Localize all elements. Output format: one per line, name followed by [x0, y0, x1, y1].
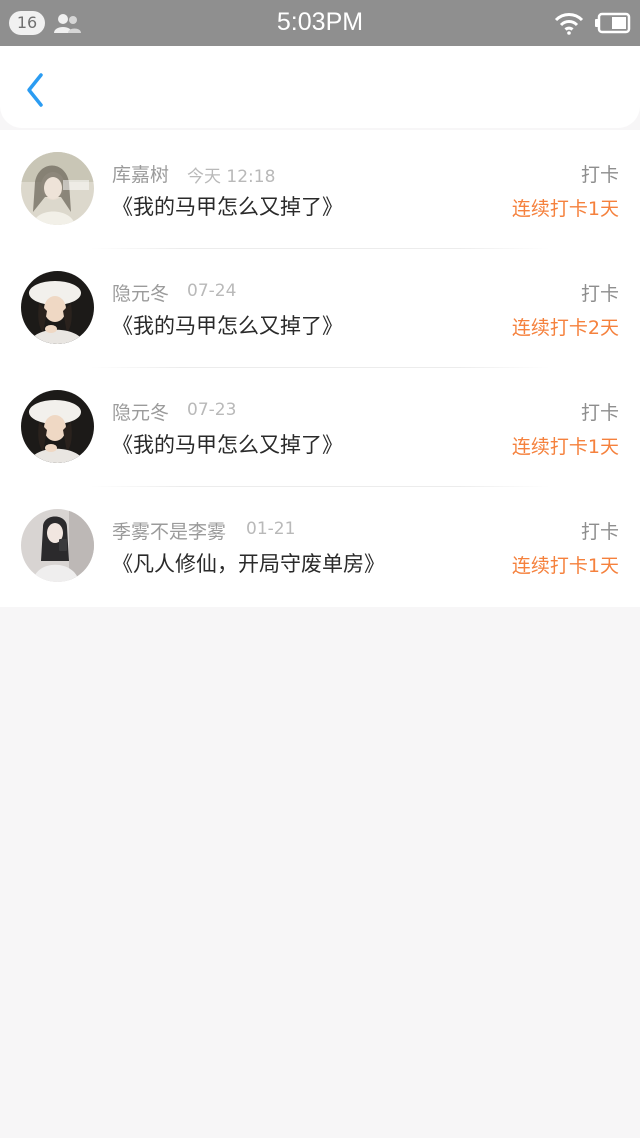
chevron-left-icon [27, 73, 43, 107]
username[interactable]: 库嘉树 [112, 160, 169, 187]
avatar[interactable] [21, 509, 94, 582]
streak-label: 连续打卡2天 [511, 317, 619, 339]
list-item[interactable]: 季雾不是李雾 01-21 《凡人修仙，开局守废单房》 打卡 连续打卡1天 [0, 487, 640, 606]
book-title[interactable]: 《凡人修仙，开局守废单房》 [112, 548, 385, 578]
checkin-date: 07-23 [187, 400, 237, 420]
list-item[interactable]: 库嘉树 今天 12:18 《我的马甲怎么又掉了》 打卡 连续打卡1天 [0, 130, 640, 249]
back-button[interactable] [14, 68, 54, 112]
checkin-date: 07-24 [187, 281, 237, 301]
header [0, 46, 640, 128]
book-title[interactable]: 《我的马甲怎么又掉了》 [112, 310, 343, 340]
checkin-list: 库嘉树 今天 12:18 《我的马甲怎么又掉了》 打卡 连续打卡1天 隐元冬 0… [0, 130, 640, 607]
username[interactable]: 隐元冬 [112, 279, 169, 306]
checkin-tag: 打卡 [580, 164, 619, 186]
checkin-tag: 打卡 [580, 402, 619, 424]
book-title[interactable]: 《我的马甲怎么又掉了》 [112, 429, 343, 459]
checkin-date: 今天 12:18 [187, 167, 276, 187]
status-time: 5:03PM [276, 8, 364, 36]
wifi-icon [554, 13, 584, 35]
username[interactable]: 隐元冬 [112, 398, 169, 425]
status-bar: 16 5:03PM [0, 0, 640, 46]
checkin-date: 01-21 [246, 519, 296, 539]
username[interactable]: 季雾不是李雾 [112, 517, 226, 544]
streak-label: 连续打卡1天 [511, 436, 619, 458]
battery-icon [595, 12, 631, 34]
streak-label: 连续打卡1天 [511, 198, 619, 220]
checkin-tag: 打卡 [580, 521, 619, 543]
streak-label: 连续打卡1天 [511, 555, 619, 577]
list-item[interactable]: 隐元冬 07-24 《我的马甲怎么又掉了》 打卡 连续打卡2天 [0, 249, 640, 368]
avatar[interactable] [21, 271, 94, 344]
book-title[interactable]: 《我的马甲怎么又掉了》 [112, 191, 343, 221]
avatar[interactable] [21, 390, 94, 463]
avatar[interactable] [21, 152, 94, 225]
list-item[interactable]: 隐元冬 07-23 《我的马甲怎么又掉了》 打卡 连续打卡1天 [0, 368, 640, 487]
checkin-tag: 打卡 [580, 283, 619, 305]
